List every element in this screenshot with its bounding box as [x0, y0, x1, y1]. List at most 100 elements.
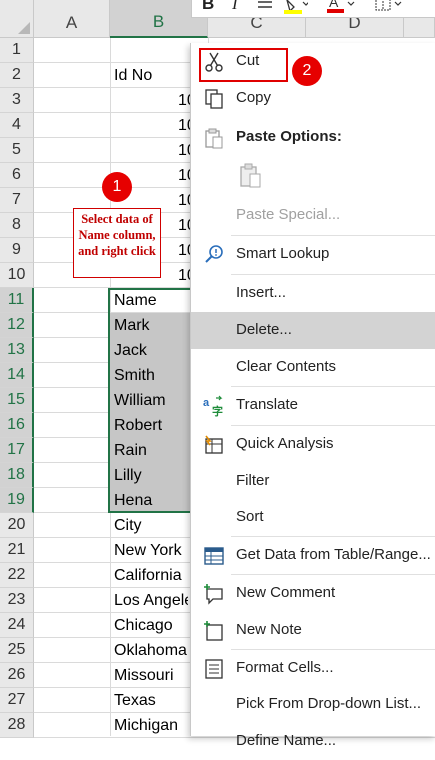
row-header-17[interactable]: 17 — [0, 438, 34, 463]
column-header-a[interactable]: A — [34, 0, 110, 38]
mini-toolbar: B I A — [191, 0, 435, 18]
row-header-10[interactable]: 10 — [0, 263, 34, 288]
row-header-12[interactable]: 12 — [0, 313, 34, 338]
menu-item-filter[interactable]: Filter — [191, 463, 435, 500]
row-header-15[interactable]: 15 — [0, 388, 34, 413]
quick-analysis-icon — [203, 434, 225, 456]
row-header-1[interactable]: 1 — [0, 38, 34, 63]
clipboard-icon — [203, 127, 225, 149]
menu-item-smart-lookup[interactable]: Smart Lookup — [191, 236, 435, 273]
row-header-14[interactable]: 14 — [0, 363, 34, 388]
cell-b5[interactable] — [114, 138, 188, 163]
context-menu: Cut Copy Paste Options: Paste Special...… — [190, 43, 435, 749]
menu-item-quick-analysis[interactable]: Quick Analysis — [191, 426, 435, 463]
menu-item-label: Format Cells... — [236, 659, 334, 676]
menu-item-define-name[interactable]: Define Name... — [191, 723, 435, 760]
cell-b3[interactable] — [114, 88, 188, 113]
menu-item-new-note[interactable]: New Note — [191, 612, 435, 649]
cell-b26[interactable]: Missouri — [114, 663, 188, 688]
selected-range[interactable] — [108, 288, 192, 513]
menu-item-label: Sort — [236, 508, 264, 525]
menu-item-label: Get Data from Table/Range... — [236, 546, 431, 563]
copy-icon — [203, 88, 225, 110]
row-header-2[interactable]: 2 — [0, 63, 34, 88]
row-header-27[interactable]: 27 — [0, 688, 34, 713]
cell-b1[interactable] — [114, 38, 188, 63]
menu-item-label: Insert... — [236, 284, 287, 301]
row-header-4[interactable]: 4 — [0, 113, 34, 138]
cell-b21[interactable]: New York — [114, 538, 188, 563]
menu-item-sort[interactable]: Sort — [191, 499, 435, 536]
cut-highlight-box — [199, 48, 288, 82]
bold-button[interactable]: B — [202, 0, 214, 14]
cell-b20[interactable]: City — [114, 513, 188, 538]
cell-b24[interactable]: Chicago — [114, 613, 188, 638]
svg-text:a: a — [203, 397, 210, 409]
menu-item-label: Define Name... — [236, 732, 337, 749]
menu-item-label: Smart Lookup — [236, 245, 330, 262]
select-all-corner[interactable] — [0, 0, 34, 38]
cell-b23[interactable]: Los Angeles — [114, 588, 188, 613]
row-header-9[interactable]: 9 — [0, 238, 34, 263]
row-header-3[interactable]: 3 — [0, 88, 34, 113]
row-header-11[interactable]: 11 — [0, 288, 34, 313]
italic-button[interactable]: I — [232, 0, 238, 14]
font-color-icon[interactable]: A — [327, 0, 357, 17]
menu-item-label: New Comment — [236, 584, 336, 601]
translate-icon: a字 — [203, 395, 225, 418]
row-header-24[interactable]: 24 — [0, 613, 34, 638]
smart-lookup-icon — [203, 244, 225, 266]
row-header-13[interactable]: 13 — [0, 338, 34, 363]
cell-b25[interactable]: Oklahoma — [114, 638, 188, 663]
cell-b27[interactable]: Texas — [114, 688, 188, 713]
row-header-8[interactable]: 8 — [0, 213, 34, 238]
menu-item-label: Delete... — [236, 321, 292, 338]
step-badge-1: 1 — [102, 172, 132, 202]
cell-b22[interactable]: California — [114, 563, 188, 588]
menu-item-delete[interactable]: Delete... — [191, 312, 435, 349]
cell-b28[interactable]: Michigan — [114, 713, 188, 738]
menu-item-label: Filter — [236, 472, 270, 489]
instruction-note: Select data of Name column, and right cl… — [73, 208, 161, 278]
row-header-5[interactable]: 5 — [0, 138, 34, 163]
cell-b4[interactable] — [114, 113, 188, 138]
step-badge-2: 2 — [292, 56, 322, 86]
menu-item-paste-options: Paste Options: — [191, 119, 435, 156]
row-header-20[interactable]: 20 — [0, 513, 34, 538]
align-icon[interactable] — [256, 0, 274, 14]
row-header-21[interactable]: 21 — [0, 538, 34, 563]
row-header-19[interactable]: 19 — [0, 488, 34, 513]
row-header-28[interactable]: 28 — [0, 713, 34, 738]
row-header-25[interactable]: 25 — [0, 638, 34, 663]
row-header-26[interactable]: 26 — [0, 663, 34, 688]
menu-item-pick-dropdown[interactable]: Pick From Drop-down List... — [191, 686, 435, 723]
cell-b2[interactable]: Id No — [114, 63, 188, 88]
format-cells-icon — [203, 658, 225, 680]
borders-icon[interactable] — [374, 0, 404, 17]
menu-item-label: Pick From Drop-down List... — [236, 695, 422, 712]
menu-item-get-data[interactable]: Get Data from Table/Range... — [191, 537, 435, 574]
menu-item-translate[interactable]: a字 Translate — [191, 387, 435, 424]
row-header-7[interactable]: 7 — [0, 188, 34, 213]
menu-item-label: Copy — [236, 89, 272, 106]
row-header-6[interactable]: 6 — [0, 163, 34, 188]
menu-item-format-cells[interactable]: Format Cells... — [191, 650, 435, 687]
svg-text:A: A — [329, 0, 339, 10]
menu-item-clear-contents[interactable]: Clear Contents — [191, 349, 435, 386]
paste-option-button[interactable] — [191, 157, 435, 197]
new-note-icon — [203, 620, 225, 642]
menu-item-insert[interactable]: Insert... — [191, 275, 435, 312]
menu-item-new-comment[interactable]: New Comment — [191, 575, 435, 612]
menu-item-paste-special[interactable]: Paste Special... — [191, 197, 435, 234]
menu-item-label: Paste Options: — [236, 128, 342, 145]
row-header-23[interactable]: 23 — [0, 588, 34, 613]
table-icon — [203, 545, 225, 567]
fill-color-icon[interactable] — [284, 0, 310, 17]
menu-item-copy[interactable]: Copy — [191, 80, 435, 117]
row-header-18[interactable]: 18 — [0, 463, 34, 488]
row-header-16[interactable]: 16 — [0, 413, 34, 438]
row-header-22[interactable]: 22 — [0, 563, 34, 588]
menu-item-label: Translate — [236, 396, 298, 413]
new-comment-icon — [203, 583, 225, 605]
paste-icon — [239, 163, 261, 188]
